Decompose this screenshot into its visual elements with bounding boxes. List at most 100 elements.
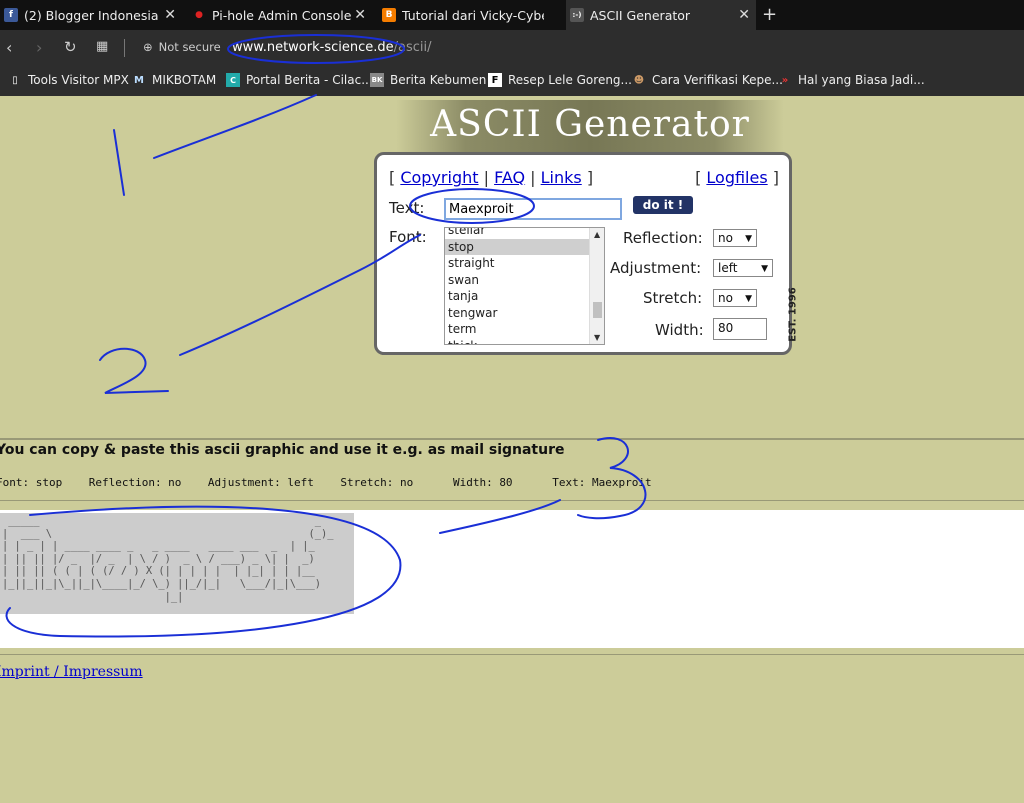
font-option[interactable]: thick [445,338,604,345]
bookmark-item[interactable]: M MIKBOTAM [132,73,216,87]
ascii-art-output[interactable]: _____ _ | ___ \ (_)_ | | _ | | ____ ____… [2,515,340,603]
est-label: EST. 1996 [787,285,806,349]
url-path: /ascii/ [393,40,432,55]
copy-hint: You can copy & paste this ascii graphic … [0,442,565,458]
bookmark-item[interactable]: C Portal Berita - Cilac... [226,73,373,87]
close-icon[interactable]: ✕ [164,7,176,23]
reflection-label: Reflection: [623,229,703,247]
reflection-select[interactable]: no ▼ [713,229,757,247]
settings-summary: Font: stop Reflection: no Adjustment: le… [0,476,652,489]
divider [0,654,1024,655]
links-link[interactable]: Links [541,168,582,187]
divider [0,500,1024,501]
width-label: Width: [655,321,704,339]
bookmark-item[interactable]: ▯ Tools Visitor MPX [8,73,129,87]
bookmark-item[interactable]: F Resep Lele Goreng... [488,73,632,87]
scroll-up-icon[interactable]: ▲ [594,230,600,239]
bookmark-label: Berita Kebumen [390,73,487,87]
back-icon[interactable]: ‹ [6,38,12,57]
font-option[interactable]: tanja [445,288,604,305]
logfiles-link[interactable]: Logfiles [706,168,767,187]
site-logo: ASCII Generator [396,100,784,156]
close-icon[interactable]: ✕ [354,7,366,23]
number-1-annotation [113,129,125,196]
chevron-down-icon: ▼ [745,294,752,304]
font-option[interactable]: straight [445,255,604,272]
close-icon[interactable]: ✕ [738,7,750,23]
security-indicator[interactable]: ⊕ Not secure [143,40,221,54]
arrow-1-annotation [153,94,317,159]
est-text: EST. 1996 [787,287,799,342]
adjustment-select[interactable]: left ▼ [713,259,773,277]
tab-bar: f (2) Blogger Indonesia ✕ ● Pi-hole Admi… [0,0,1024,30]
page-icon: ▯ [12,74,18,86]
font-option[interactable]: term [445,321,604,338]
chevron-down-icon: ▼ [761,264,768,274]
reload-icon[interactable]: ↻ [64,38,77,56]
adjustment-label: Adjustment: [610,259,702,277]
number-2-annotation [99,347,169,394]
font-option[interactable]: swan [445,272,604,289]
stretch-value: no [718,291,733,305]
bookmark-label: MIKBOTAM [152,73,217,87]
text-input[interactable]: Maexproit [444,198,622,220]
chevron-down-icon: ▼ [745,234,752,244]
new-tab-icon[interactable]: + [762,4,777,25]
bookmark-label: Tools Visitor MPX [28,73,129,87]
do-it-button[interactable]: do it ! [633,196,693,214]
width-input[interactable]: 80 [713,318,767,340]
not-secure-label: Not secure [158,40,221,54]
font-listbox[interactable]: stellar stop straight swan tanja tengwar… [444,227,605,345]
portal-icon: C [226,73,240,87]
bookmark-label: Resep Lele Goreng... [508,73,632,87]
tab-pihole[interactable]: ● Pi-hole Admin Console ✕ [188,0,372,30]
font-options: stellar stop straight swan tanja tengwar… [445,228,604,345]
apps-icon[interactable]: ▦ [96,39,108,54]
nav-bar: ‹ › ↻ ▦ ⊕ Not secure www.network-science… [0,30,1024,66]
f-icon: F [488,73,502,87]
tab-label: ASCII Generator [590,7,691,23]
font-option-selected[interactable]: stop [445,238,604,255]
font-option[interactable]: tengwar [445,305,604,322]
divider [0,438,1024,440]
top-links: [ Copyright | FAQ | Links ] [389,168,594,187]
imprint-link[interactable]: Imprint / Impressum [0,664,143,680]
bookmark-label: Hal yang Biasa Jadi... [798,73,925,87]
bookmark-label: Portal Berita - Cilac... [246,73,373,87]
scroll-down-icon[interactable]: ▼ [594,333,600,342]
pihole-icon: ● [195,10,203,20]
tab-label: (2) Blogger Indonesia [24,7,159,23]
bookmark-item[interactable]: » Hal yang Biasa Jadi... [778,73,925,87]
text-label: Text: [389,199,425,217]
logo-text: ASCII Generator [430,104,750,145]
blogger-icon: B [382,8,396,22]
stretch-select[interactable]: no ▼ [713,289,757,307]
bookmarks-bar: ▯ Tools Visitor MPX M MIKBOTAM C Portal Ber… [0,66,1024,96]
divider [124,39,125,57]
font-option[interactable]: stellar [445,228,604,239]
avatar-icon: ☻ [633,74,645,86]
tab-ascii-generator[interactable]: :-) ASCII Generator ✕ [566,0,756,30]
facebook-icon: f [4,8,18,22]
font-label: Font: [389,228,427,246]
scroll-thumb[interactable] [593,302,602,318]
stretch-label: Stretch: [643,289,703,307]
tab-blogger-indonesia[interactable]: f (2) Blogger Indonesia ✕ [0,0,182,30]
copyright-link[interactable]: Copyright [400,168,478,187]
ascii-icon: :-) [570,8,584,22]
reflection-value: no [718,231,733,245]
bookmark-item[interactable]: ☻ Cara Verifikasi Kepe... [632,73,783,87]
bk-icon: BK [370,73,384,87]
bookmark-item[interactable]: BK Berita Kebumen [370,73,486,87]
tab-tutorial[interactable]: B Tutorial dari Vicky-Cyber: C [378,0,564,30]
address-bar[interactable]: www.network-science.de/ascii/ [232,40,432,55]
chevrons-icon: » [781,74,789,86]
tab-label: Tutorial dari Vicky-Cyber: C [402,7,544,23]
bookmark-label: Cara Verifikasi Kepe... [652,73,783,87]
forward-icon[interactable]: › [36,38,42,57]
faq-link[interactable]: FAQ [494,168,525,187]
adjustment-value: left [718,261,738,275]
tab-label: Pi-hole Admin Console [212,7,352,23]
scrollbar[interactable]: ▲ ▼ [589,228,604,344]
generator-form: [ Copyright | FAQ | Links ] [ Logfiles ]… [374,152,792,355]
